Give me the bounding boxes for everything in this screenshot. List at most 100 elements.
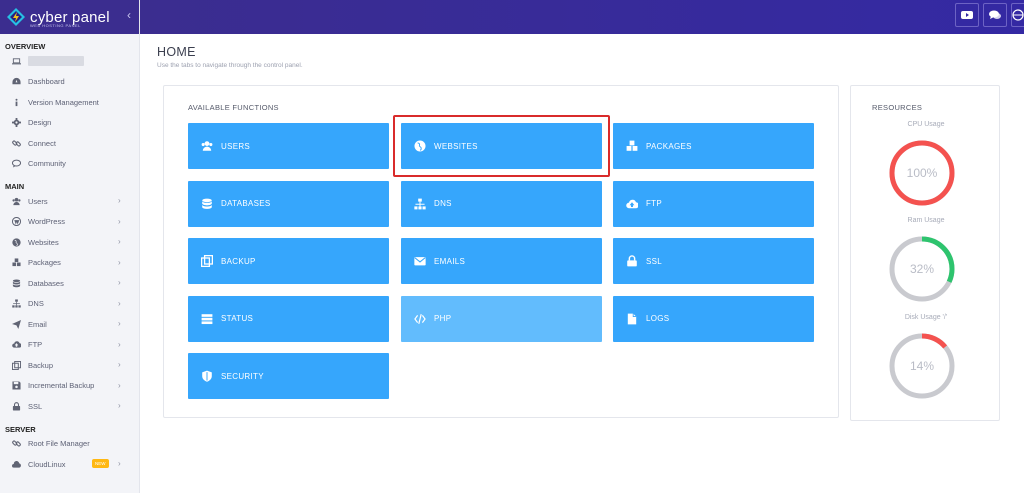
tile-users[interactable]: USERS	[188, 123, 389, 169]
sidebar-item-label: CloudLinux	[28, 459, 66, 469]
chevron-right-icon: ›	[118, 278, 121, 287]
brand-tagline: WEB HOSTING PANEL	[30, 23, 81, 28]
tile-label: STATUS	[221, 314, 254, 323]
tile-databases[interactable]: DATABASES	[188, 180, 389, 227]
tile-backup[interactable]: BACKUP	[188, 238, 389, 284]
chevron-right-icon: ›	[118, 319, 121, 328]
sidebar: cyber panel WEB HOSTING PANEL ‹ OVERVIEW…	[0, 0, 140, 493]
chat-icon	[10, 159, 22, 169]
sidebar-item-label: Users	[28, 196, 48, 206]
sidebar-item-ftp[interactable]: FTP ›	[0, 335, 139, 356]
section-overview: OVERVIEW	[5, 42, 46, 51]
tile-ftp[interactable]: FTP	[613, 180, 814, 227]
gear-icon	[10, 118, 22, 128]
sidebar-item-email[interactable]: Email ›	[0, 314, 139, 335]
tile-packages[interactable]: PACKAGES	[613, 123, 814, 169]
wordpress-icon	[10, 217, 22, 227]
sidebar-item-version-management[interactable]: Version Management	[0, 92, 139, 113]
gauge-value-text: 32%	[909, 262, 935, 276]
sidebar-item-databases[interactable]: Databases ›	[0, 273, 139, 294]
globe-icon	[1012, 9, 1024, 21]
sidebar-item-label: Incremental Backup	[28, 381, 95, 391]
top-bar	[140, 0, 1024, 34]
sidebar-item-label: Community	[28, 159, 66, 169]
globe-icon	[10, 237, 22, 247]
tile-security[interactable]: SECURITY	[188, 353, 389, 399]
websites-highlight-box	[393, 115, 610, 177]
dashboard-icon	[10, 77, 22, 87]
sidebar-item-incremental-backup[interactable]: Incremental Backup ›	[0, 376, 139, 397]
sidebar-item-label: Packages	[28, 258, 61, 268]
sidebar-item-wordpress[interactable]: WordPress ›	[0, 212, 139, 233]
comments-button[interactable]	[983, 3, 1007, 27]
sitemap-icon	[413, 197, 427, 211]
sidebar-item-ssl[interactable]: SSL ›	[0, 396, 139, 417]
section-server: SERVER	[5, 424, 36, 434]
functions-title: AVAILABLE FUNCTIONS	[188, 103, 279, 112]
tile-emails[interactable]: EMAILS	[401, 238, 602, 284]
sidebar-item-user[interactable]	[0, 51, 139, 72]
chevron-right-icon: ›	[118, 298, 121, 308]
server-icon	[200, 312, 214, 326]
tile-dns[interactable]: DNS	[401, 180, 602, 227]
cloud-upload-icon	[625, 197, 639, 211]
sidebar-item-label: Connect	[28, 138, 56, 148]
cloud-upload-icon	[10, 340, 22, 350]
sidebar-item-label: Backup	[28, 360, 54, 370]
chevron-right-icon: ›	[118, 380, 121, 390]
sidebar-item-packages[interactable]: Packages ›	[0, 253, 139, 274]
page-subtitle: Use the tabs to navigate through the con…	[157, 62, 303, 69]
users-icon	[10, 196, 22, 206]
tile-label: BACKUP	[221, 256, 256, 266]
youtube-button[interactable]	[955, 3, 979, 27]
sidebar-item-label: Email	[28, 319, 47, 329]
sidebar-item-dashboard[interactable]: Dashboard	[0, 72, 139, 93]
users-icon	[200, 139, 214, 153]
page-title: HOME	[157, 45, 196, 59]
shield-icon	[200, 369, 214, 383]
section-main: MAIN	[5, 182, 25, 191]
username-redacted	[28, 56, 84, 67]
lock-icon	[625, 254, 639, 268]
tile-label: SECURITY	[221, 371, 264, 381]
gauge-value-text: 100%	[906, 166, 938, 180]
tile-label: EMAILS	[434, 256, 466, 266]
sidebar-item-community[interactable]: Community	[0, 154, 139, 175]
tile-logs[interactable]: LOGS	[613, 295, 814, 342]
cubes-icon	[625, 139, 639, 153]
backup-icon	[200, 254, 214, 268]
tile-label: DATABASES	[221, 199, 271, 208]
tile-label: DNS	[434, 199, 452, 208]
sidebar-item-label: Design	[28, 118, 52, 128]
gauge-label: CPU Usage	[907, 121, 945, 128]
resources-title: RESOURCES	[872, 103, 923, 112]
sidebar-item-label: DNS	[28, 299, 44, 309]
cubes-icon	[10, 258, 22, 268]
sidebar-item-root-file-manager[interactable]: Root File Manager	[0, 434, 139, 455]
sidebar-item-users[interactable]: Users ›	[0, 191, 139, 212]
sidebar-item-cloudlinux[interactable]: CloudLinux NEW ›	[0, 454, 139, 475]
tile-ssl[interactable]: SSL	[613, 238, 814, 284]
comments-icon	[989, 10, 1001, 19]
sidebar-item-backup[interactable]: Backup ›	[0, 355, 139, 376]
gauge-value-text: 14%	[909, 359, 935, 373]
sidebar-item-label: Root File Manager	[28, 439, 90, 449]
brand[interactable]: cyber panel WEB HOSTING PANEL ‹	[0, 0, 139, 34]
database-icon	[10, 278, 22, 288]
sidebar-item-connect[interactable]: Connect	[0, 133, 139, 154]
tile-status[interactable]: STATUS	[188, 295, 389, 342]
sidebar-item-dns[interactable]: DNS ›	[0, 294, 139, 315]
collapse-sidebar-icon[interactable]: ‹	[127, 8, 131, 22]
sidebar-item-design[interactable]: Design	[0, 113, 139, 134]
tile-label: PACKAGES	[646, 141, 692, 151]
file-icon	[625, 312, 639, 326]
youtube-icon	[961, 11, 973, 19]
tile-php[interactable]: PHP	[401, 295, 602, 342]
chevron-right-icon: ›	[118, 237, 121, 246]
chevron-right-icon: ›	[118, 360, 121, 369]
sidebar-item-websites[interactable]: Websites ›	[0, 232, 139, 253]
backup-icon	[10, 360, 22, 370]
tile-label: PHP	[434, 314, 452, 323]
language-button[interactable]	[1011, 3, 1024, 27]
chevron-right-icon: ›	[118, 216, 121, 226]
